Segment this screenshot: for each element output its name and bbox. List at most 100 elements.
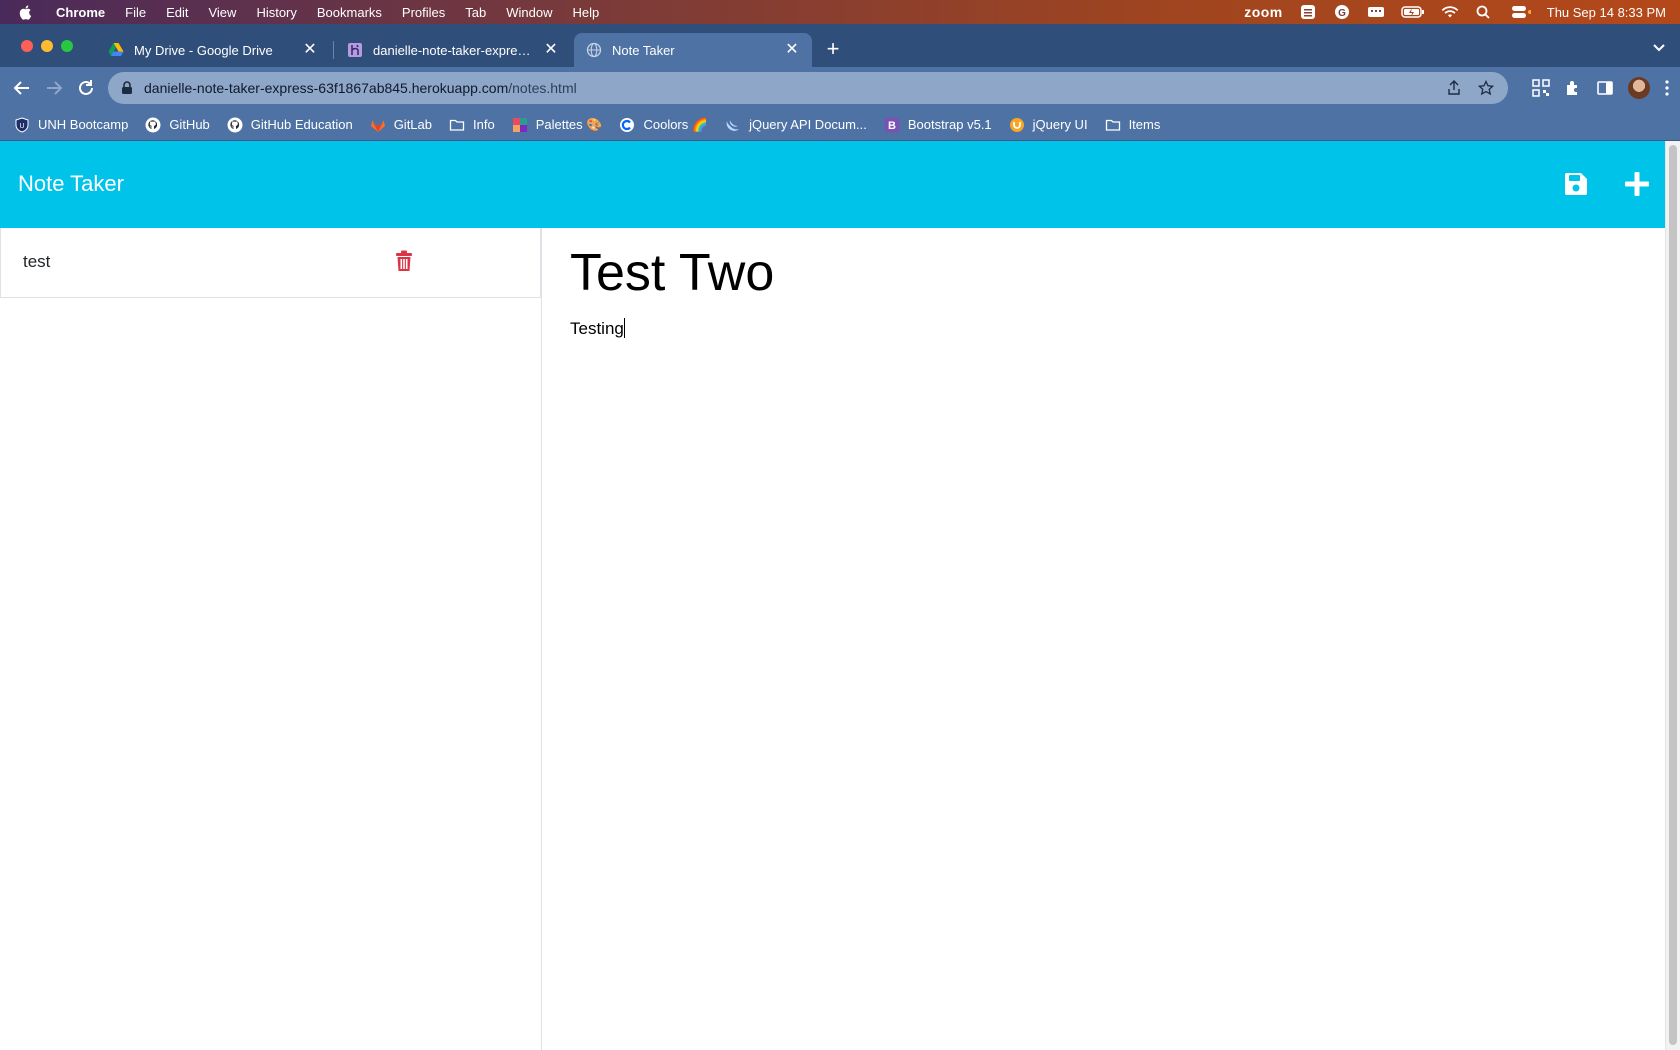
- note-textarea[interactable]: Testing: [570, 318, 625, 339]
- page-viewport: Note Taker test Test Two Testing: [0, 141, 1665, 1050]
- bookmark-unh-bootcamp[interactable]: U UNH Bootcamp: [14, 116, 128, 133]
- tab-google-drive[interactable]: My Drive - Google Drive ✕: [96, 33, 330, 67]
- side-panel-icon[interactable]: [1596, 79, 1614, 97]
- jquery-icon: [726, 119, 740, 131]
- browser-tab-strip: My Drive - Google Drive ✕ danielle-note-…: [0, 24, 1680, 67]
- jquery-ui-icon: [1009, 117, 1024, 132]
- note-title-input[interactable]: Test Two: [570, 242, 1630, 304]
- bookmark-label: jQuery API Docum...: [749, 117, 867, 132]
- apple-icon[interactable]: [18, 4, 34, 20]
- close-tab-icon[interactable]: ✕: [302, 42, 318, 58]
- new-note-plus-icon[interactable]: [1623, 170, 1651, 198]
- bookmark-label: Items: [1128, 117, 1161, 132]
- menu-help[interactable]: Help: [573, 5, 600, 20]
- bookmark-coolors[interactable]: Coolors 🌈: [619, 117, 708, 133]
- notes-status-icon[interactable]: [1299, 5, 1317, 19]
- bookmark-jquery-ui[interactable]: jQuery UI: [1009, 117, 1088, 133]
- tab-divider: [333, 41, 334, 59]
- bookmark-folder-info[interactable]: Info: [449, 117, 495, 133]
- close-window-button[interactable]: [21, 40, 33, 52]
- menu-app-name[interactable]: Chrome: [56, 5, 105, 20]
- forward-arrow-icon[interactable]: [44, 78, 64, 98]
- bookmark-github[interactable]: GitHub: [145, 117, 210, 133]
- palette-icon: [512, 117, 527, 132]
- control-center-icon[interactable]: [1509, 5, 1531, 19]
- svg-text:B: B: [888, 120, 896, 132]
- window-controls: [21, 40, 73, 52]
- bookmark-label: Coolors 🌈: [643, 116, 709, 132]
- tab-note-taker[interactable]: Note Taker ✕: [574, 33, 812, 67]
- reload-icon[interactable]: [76, 78, 96, 98]
- menu-tab[interactable]: Tab: [465, 5, 486, 20]
- wifi-icon[interactable]: [1441, 5, 1459, 19]
- menu-view[interactable]: View: [208, 5, 236, 20]
- menu-profiles[interactable]: Profiles: [402, 5, 445, 20]
- qr-code-icon[interactable]: [1532, 79, 1550, 97]
- bookmark-github-education[interactable]: GitHub Education: [227, 117, 353, 133]
- notes-list: test: [0, 228, 542, 1050]
- url-path: /notes.html: [508, 80, 577, 96]
- tab-title: Note Taker: [612, 42, 675, 58]
- note-text-content: Testing: [570, 319, 624, 338]
- tab-title: danielle-note-taker-express · A: [373, 42, 537, 58]
- clock-label[interactable]: Thu Sep 14 8:33 PM: [1547, 5, 1666, 20]
- bookmark-star-icon[interactable]: [1478, 80, 1494, 96]
- bookmarks-bar: U UNH Bootcamp GitHub GitHub Education G…: [0, 109, 1680, 141]
- menu-bookmarks[interactable]: Bookmarks: [317, 5, 382, 20]
- extensions-puzzle-icon[interactable]: [1564, 79, 1582, 97]
- back-arrow-icon[interactable]: [12, 78, 32, 98]
- github-icon: [227, 117, 243, 132]
- zoom-status-label[interactable]: zoom: [1244, 4, 1283, 20]
- menu-history[interactable]: History: [256, 5, 296, 20]
- bookmark-gitlab[interactable]: GitLab: [370, 117, 432, 133]
- bookmark-label: GitHub Education: [250, 117, 353, 132]
- list-item[interactable]: test: [0, 228, 541, 298]
- menu-file[interactable]: File: [125, 5, 146, 20]
- close-tab-icon[interactable]: ✕: [784, 42, 800, 58]
- spotlight-search-icon[interactable]: [1475, 5, 1493, 19]
- save-icon[interactable]: [1563, 171, 1589, 197]
- kebab-menu-icon[interactable]: [1664, 79, 1670, 97]
- note-editor: Test Two Testing: [570, 228, 1650, 1050]
- google-drive-icon: [108, 43, 124, 56]
- bootstrap-icon: B: [884, 117, 900, 132]
- scrollbar-thumb[interactable]: [1669, 145, 1677, 1045]
- svg-text:U: U: [19, 123, 24, 130]
- profile-avatar[interactable]: [1628, 77, 1650, 99]
- url-text: danielle-note-taker-express-63f1867ab845…: [144, 80, 577, 96]
- bookmark-palettes[interactable]: Palettes 🎨: [512, 117, 602, 133]
- app-brand[interactable]: Note Taker: [18, 171, 124, 197]
- bookmark-jquery-api[interactable]: jQuery API Docum...: [725, 117, 867, 133]
- bookmark-label: GitHub: [169, 117, 210, 132]
- bookmark-label: jQuery UI: [1032, 117, 1088, 132]
- tab-heroku[interactable]: danielle-note-taker-express · A ✕: [335, 33, 571, 67]
- address-bar[interactable]: danielle-note-taker-express-63f1867ab845…: [108, 72, 1508, 104]
- menu-edit[interactable]: Edit: [166, 5, 188, 20]
- page-scrollbar[interactable]: [1665, 141, 1680, 1050]
- note-list-title[interactable]: test: [23, 252, 50, 272]
- minimize-window-button[interactable]: [41, 40, 53, 52]
- shield-icon: U: [15, 116, 29, 133]
- bookmark-bootstrap[interactable]: B Bootstrap v5.1: [884, 117, 992, 133]
- bookmark-label: Info: [473, 117, 495, 132]
- fullscreen-window-button[interactable]: [61, 40, 73, 52]
- lock-icon[interactable]: [120, 81, 134, 95]
- tab-title: My Drive - Google Drive: [134, 42, 273, 58]
- app-navbar: Note Taker: [0, 141, 1665, 228]
- url-host: danielle-note-taker-express-63f1867ab845…: [144, 80, 509, 96]
- gitlab-icon: [370, 119, 385, 132]
- grammarly-icon[interactable]: G: [1333, 5, 1351, 19]
- bookmark-folder-items[interactable]: Items: [1105, 117, 1161, 133]
- trash-icon[interactable]: [394, 250, 414, 272]
- close-tab-icon[interactable]: ✕: [543, 42, 559, 58]
- heroku-icon: [348, 43, 362, 57]
- battery-icon[interactable]: [1401, 5, 1425, 19]
- share-icon[interactable]: [1446, 80, 1462, 96]
- github-icon: [145, 117, 161, 132]
- bookmark-label: Bootstrap v5.1: [907, 117, 992, 132]
- new-tab-button[interactable]: +: [822, 38, 844, 60]
- keyboard-icon[interactable]: [1367, 5, 1385, 19]
- chevron-down-icon[interactable]: [1652, 40, 1666, 54]
- menu-window[interactable]: Window: [506, 5, 552, 20]
- globe-icon: [586, 42, 602, 58]
